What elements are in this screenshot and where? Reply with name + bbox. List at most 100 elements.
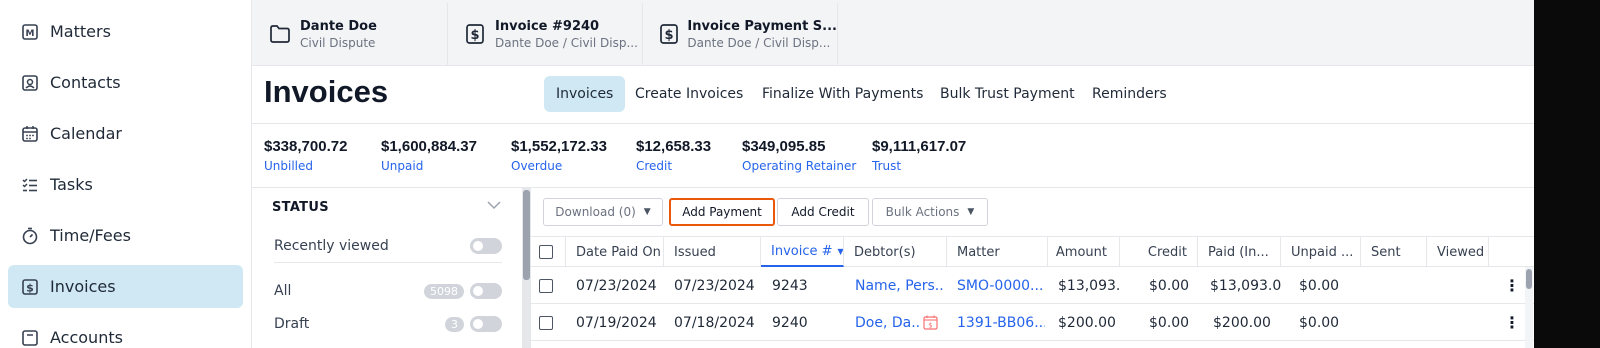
sidebar-item-time-fees[interactable]: Time/Fees [8,214,243,257]
cell-paid: $200.00 [1213,314,1271,331]
summary-operating-retainer[interactable]: $349,095.85 Operating Retainer [742,138,856,173]
right-edge-panel [1534,0,1600,348]
filter-scrollbar[interactable] [522,188,531,348]
add-payment-button[interactable]: Add Payment [669,198,775,226]
calendar-icon [20,124,40,144]
column-matter[interactable]: Matter [947,237,1048,267]
sidebar-item-invoices[interactable]: $ Invoices [8,265,243,308]
table-scrollbar[interactable] [1525,267,1533,348]
filter-toggle-all[interactable] [470,283,502,299]
column-paid[interactable]: Paid (In... [1198,237,1281,267]
select-all-checkbox[interactable] [539,245,553,259]
sidebar-item-matters[interactable]: M Matters [8,10,243,53]
column-date-paid-on[interactable]: Date Paid On [566,237,664,267]
filter-toggle-draft[interactable] [470,316,502,332]
cell-matter-link[interactable]: SMO-0000... [957,267,1045,304]
summary-amount: $9,111,617.07 [872,138,967,155]
summary-amount: $349,095.85 [742,138,826,155]
row-checkbox[interactable] [539,315,553,330]
column-sent[interactable]: Sent [1361,237,1427,267]
svg-text:M: M [26,29,35,39]
count-badge: 3 [445,316,464,332]
cell-debtor-link[interactable]: Doe, Da... [855,304,921,341]
caret-down-icon: ▼ [643,207,651,217]
tab-bulk-trust-payment[interactable]: Bulk Trust Payment [928,76,1087,112]
column-invoice-number[interactable]: Invoice # ▼ [761,237,844,267]
tab-reminders[interactable]: Reminders [1080,76,1179,112]
table-header: Date Paid On Issued Invoice # ▼ Debtor(s… [531,236,1534,267]
tab-invoices[interactable]: Invoices [544,76,626,112]
tab-invoice-payment[interactable]: $ Invoice Payment S... Dante Doe / Civil… [644,3,838,65]
column-debtors[interactable]: Debtor(s) [844,237,947,267]
row-menu-icon[interactable]: ⋮ [1504,304,1516,341]
cell-invoice-number: 9240 [772,314,808,331]
tab-invoice-9240[interactable]: $ Invoice #9240 Dante Doe / Civil Disp..… [449,3,643,65]
svg-text:$: $ [928,322,932,330]
folder-icon [268,22,292,46]
summary-amount: $1,552,172.33 [511,138,607,155]
page-header: Invoices Invoices Create Invoices Finali… [252,66,1534,124]
sidebar-item-label: Accounts [50,328,123,347]
summary-label: Unbilled [264,159,314,173]
filter-label: Draft [274,316,310,332]
row-checkbox[interactable] [539,278,553,293]
table-row[interactable]: 07/19/2024 07/18/2024 9240 Doe, Da... $ … [531,304,1534,341]
recently-viewed-toggle[interactable] [470,238,502,254]
table-row[interactable]: 07/23/2024 07/23/2024 9243 Name, Pers...… [531,267,1534,304]
open-tabs-bar: Dante Doe Civil Dispute $ Invoice #9240 … [252,0,1534,66]
sidebar-item-contacts[interactable]: Contacts [8,61,243,104]
tab-create-invoices[interactable]: Create Invoices [623,76,755,112]
stopwatch-icon [20,226,40,246]
tab-title: Dante Doe [300,18,377,34]
sidebar-item-label: Time/Fees [50,226,131,245]
cell-date-paid: 07/23/2024 [576,277,657,294]
sidebar-item-accounts[interactable]: Accounts [8,316,243,348]
summary-amount: $1,600,884.37 [381,138,477,155]
cell-matter-link[interactable]: 1391-BB06... [957,304,1045,341]
tab-subtitle: Dante Doe / Civil Disp... [687,35,831,50]
tab-subtitle: Dante Doe / Civil Disp... [495,35,638,50]
cell-date-paid: 07/19/2024 [576,314,657,331]
sidebar-item-calendar[interactable]: Calendar [8,112,243,155]
row-menu-icon[interactable]: ⋮ [1504,267,1516,304]
download-button[interactable]: Download (0) ▼ [543,198,663,226]
column-viewed[interactable]: Viewed [1427,237,1489,267]
cell-sent [1371,304,1427,341]
filter-panel: STATUS Recently viewed All 5098 Draft 3 [252,188,524,348]
tasks-icon [20,175,40,195]
cell-debtor-link[interactable]: Name, Pers... [855,267,943,304]
cell-invoice-number: 9243 [772,277,808,294]
sort-desc-icon: ▼ [837,246,844,256]
sidebar-item-label: Contacts [50,73,121,92]
matters-icon: M [20,22,40,42]
column-issued[interactable]: Issued [664,237,761,267]
row-checkbox-cell [539,267,559,304]
column-amount[interactable]: Amount [1048,237,1120,267]
add-credit-button[interactable]: Add Credit [777,198,869,226]
summary-credit[interactable]: $12,658.33 Credit [636,138,711,173]
column-unpaid[interactable]: Unpaid ... [1281,237,1361,267]
tab-dante-doe[interactable]: Dante Doe Civil Dispute [254,3,448,65]
cell-unpaid: $0.00 [1299,277,1340,294]
chevron-down-icon[interactable] [486,198,502,214]
sidebar: M Matters Contacts Calendar Tasks Time/F… [0,0,252,348]
download-label: Download (0) [555,205,636,219]
summary-trust[interactable]: $9,111,617.07 Trust [872,138,966,173]
caret-down-icon: ▼ [967,207,975,217]
filter-divider [274,262,502,263]
sidebar-item-tasks[interactable]: Tasks [8,163,243,206]
summary-unpaid[interactable]: $1,600,884.37 Unpaid [381,138,477,173]
summary-amount: $338,700.72 [264,138,348,155]
cell-unpaid: $0.00 [1299,314,1340,331]
tab-finalize-with-payments[interactable]: Finalize With Payments [750,76,935,112]
cell-issued: 07/23/2024 [674,277,755,294]
bulk-actions-button[interactable]: Bulk Actions ▼ [872,198,988,226]
column-credit[interactable]: Credit [1120,237,1198,267]
cell-amount: $200.00 [1058,314,1116,331]
summary-unbilled[interactable]: $338,700.72 Unbilled [264,138,347,173]
table-toolbar: Download (0) ▼ Add Payment Add Credit Bu… [531,188,1534,236]
summary-overdue[interactable]: $1,552,172.33 Overdue [511,138,607,173]
cell-viewed [1437,267,1489,304]
cell-sent [1371,267,1427,304]
accounts-icon [20,328,40,348]
